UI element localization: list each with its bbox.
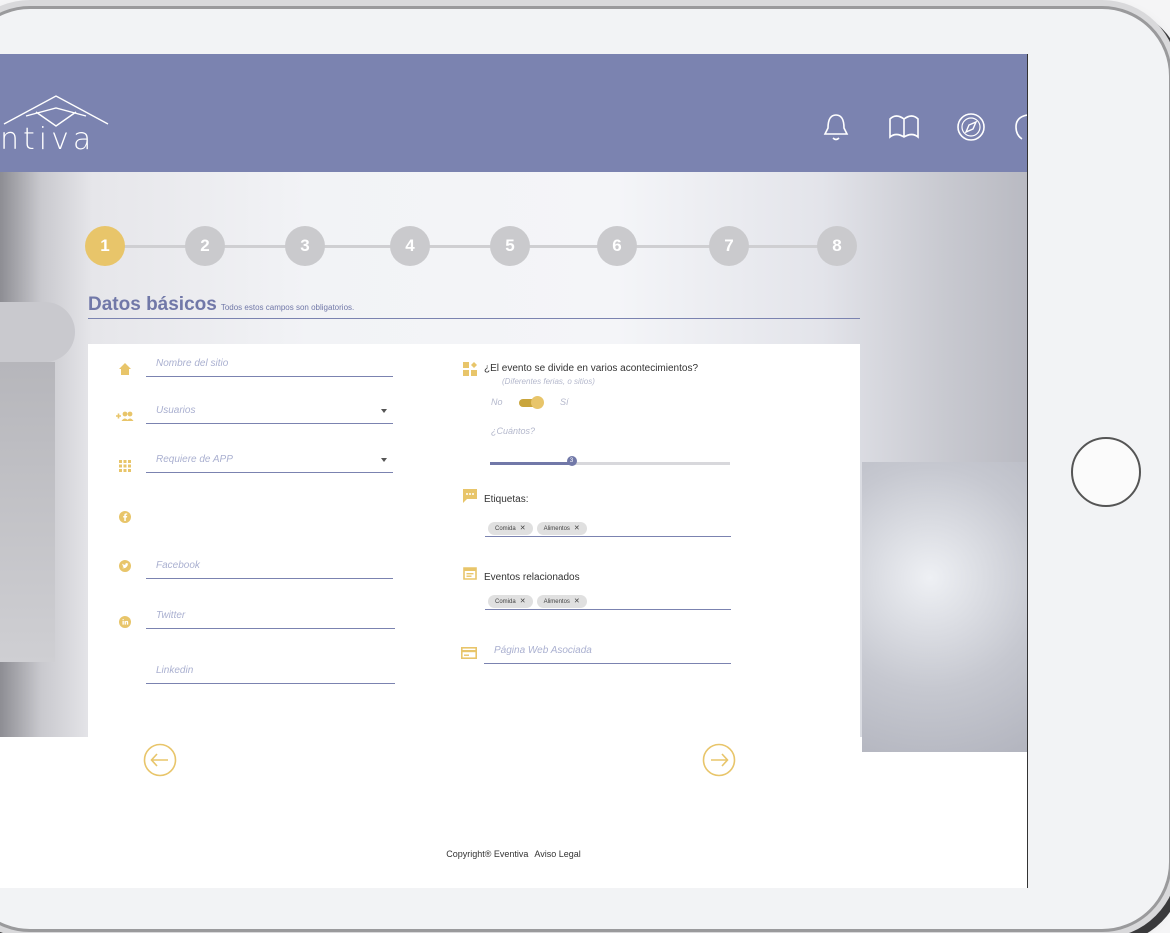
step-4[interactable]: 4: [390, 226, 430, 266]
facebook-placeholder: Facebook: [156, 560, 200, 571]
step-7[interactable]: 7: [709, 226, 749, 266]
split-hint: (Diferentes ferias, o sitios): [502, 377, 595, 386]
tags-chip-list: Comida ✕ Alimentos ✕: [488, 517, 591, 535]
tablet-home-button[interactable]: [1071, 437, 1141, 507]
chevron-down-icon: [381, 409, 387, 413]
logo-text: ntiva: [0, 122, 96, 157]
count-label: ¿Cuántos?: [491, 426, 536, 436]
related-chip[interactable]: Comida ✕: [488, 595, 533, 608]
app-required-placeholder: Requiere de APP: [156, 454, 233, 465]
web-page-icon: [461, 646, 477, 659]
app-required-select[interactable]: Requiere de APP: [146, 450, 393, 473]
tag-chip-label: Comida: [495, 526, 516, 532]
facebook-input[interactable]: Facebook: [146, 556, 393, 579]
close-icon[interactable]: ✕: [520, 525, 526, 532]
app-screen: ntiva 1 2 3 4 5 6 7 8 Datos básicos Todos…: [0, 54, 1028, 888]
book-icon[interactable]: [886, 109, 922, 145]
background-door: [0, 362, 55, 662]
section-title: Datos básicos: [88, 294, 217, 315]
background-crowd: [862, 462, 1027, 752]
twitter-icon: [119, 560, 131, 572]
related-chip-label: Comida: [495, 599, 516, 605]
close-icon[interactable]: ✕: [574, 598, 580, 605]
count-slider[interactable]: 3: [490, 456, 730, 466]
toggle-yes-label: Sí: [560, 397, 569, 407]
top-header: ntiva: [0, 54, 1027, 172]
legal-link[interactable]: Aviso Legal: [534, 849, 580, 859]
slider-thumb[interactable]: 3: [566, 456, 577, 466]
step-3[interactable]: 3: [285, 226, 325, 266]
linkedin-input[interactable]: Linkedin: [146, 661, 395, 684]
facebook-icon: [119, 511, 131, 523]
settings-icon[interactable]: [1010, 109, 1027, 145]
back-arrow-icon[interactable]: [143, 743, 177, 777]
tag-chip[interactable]: Comida ✕: [488, 522, 533, 535]
tags-input[interactable]: Comida ✕ Alimentos ✕: [485, 514, 731, 537]
background-person: [0, 302, 75, 362]
add-users-icon: [116, 411, 134, 421]
twitter-input[interactable]: Twitter: [146, 606, 395, 629]
close-icon[interactable]: ✕: [520, 598, 526, 605]
next-arrow-icon[interactable]: [702, 743, 736, 777]
section-header: Datos básicos Todos estos campos son obli…: [88, 294, 860, 319]
linkedin-placeholder: Linkedin: [156, 665, 194, 676]
split-event-icon: [463, 362, 477, 376]
related-chip-label: Alimentos: [543, 599, 570, 605]
step-progress: 1 2 3 4 5 6 7 8: [85, 226, 875, 266]
split-toggle[interactable]: [519, 396, 544, 409]
step-6[interactable]: 6: [597, 226, 637, 266]
related-events-label: Eventos relacionados: [484, 572, 580, 583]
step-1[interactable]: 1: [85, 226, 125, 266]
site-name-input[interactable]: Nombre del sitio: [146, 354, 393, 377]
tag-chip[interactable]: Alimentos ✕: [536, 522, 587, 535]
form-card: Nombre del sitio Usuarios Requiere de AP…: [88, 344, 860, 744]
site-name-placeholder: Nombre del sitio: [156, 358, 229, 369]
apps-grid-icon: [119, 460, 131, 472]
toggle-knob: [531, 396, 544, 409]
compass-icon[interactable]: [953, 109, 989, 145]
slider-fill: [490, 462, 572, 465]
related-chip[interactable]: Alimentos ✕: [536, 595, 587, 608]
toggle-no-label: No: [491, 397, 503, 407]
chevron-down-icon: [381, 458, 387, 462]
split-question: ¿El evento se divide en varios acontecim…: [484, 363, 699, 374]
users-select[interactable]: Usuarios: [146, 401, 393, 424]
tag-chip-label: Alimentos: [543, 526, 570, 532]
twitter-placeholder: Twitter: [156, 610, 186, 621]
step-8[interactable]: 8: [817, 226, 857, 266]
section-subtitle: Todos estos campos son obligatorios.: [220, 303, 355, 312]
copyright-text: Copyright® Eventiva: [446, 849, 529, 859]
users-placeholder: Usuarios: [156, 405, 196, 416]
tags-label: Etiquetas:: [484, 494, 529, 505]
close-icon[interactable]: ✕: [574, 525, 580, 532]
home-icon: [119, 363, 131, 375]
step-5[interactable]: 5: [490, 226, 530, 266]
calendar-icon: [463, 567, 477, 580]
related-chip-list: Comida ✕ Alimentos ✕: [488, 590, 591, 608]
tag-chat-icon: [463, 489, 477, 503]
web-page-placeholder: Página Web Asociada: [494, 645, 592, 656]
related-events-input[interactable]: Comida ✕ Alimentos ✕: [485, 587, 731, 610]
footer: Copyright® Eventiva Aviso Legal: [0, 849, 1027, 859]
step-2[interactable]: 2: [185, 226, 225, 266]
bell-icon[interactable]: [818, 109, 854, 145]
linkedin-icon: [119, 616, 131, 628]
web-page-input[interactable]: Página Web Asociada: [484, 641, 731, 664]
